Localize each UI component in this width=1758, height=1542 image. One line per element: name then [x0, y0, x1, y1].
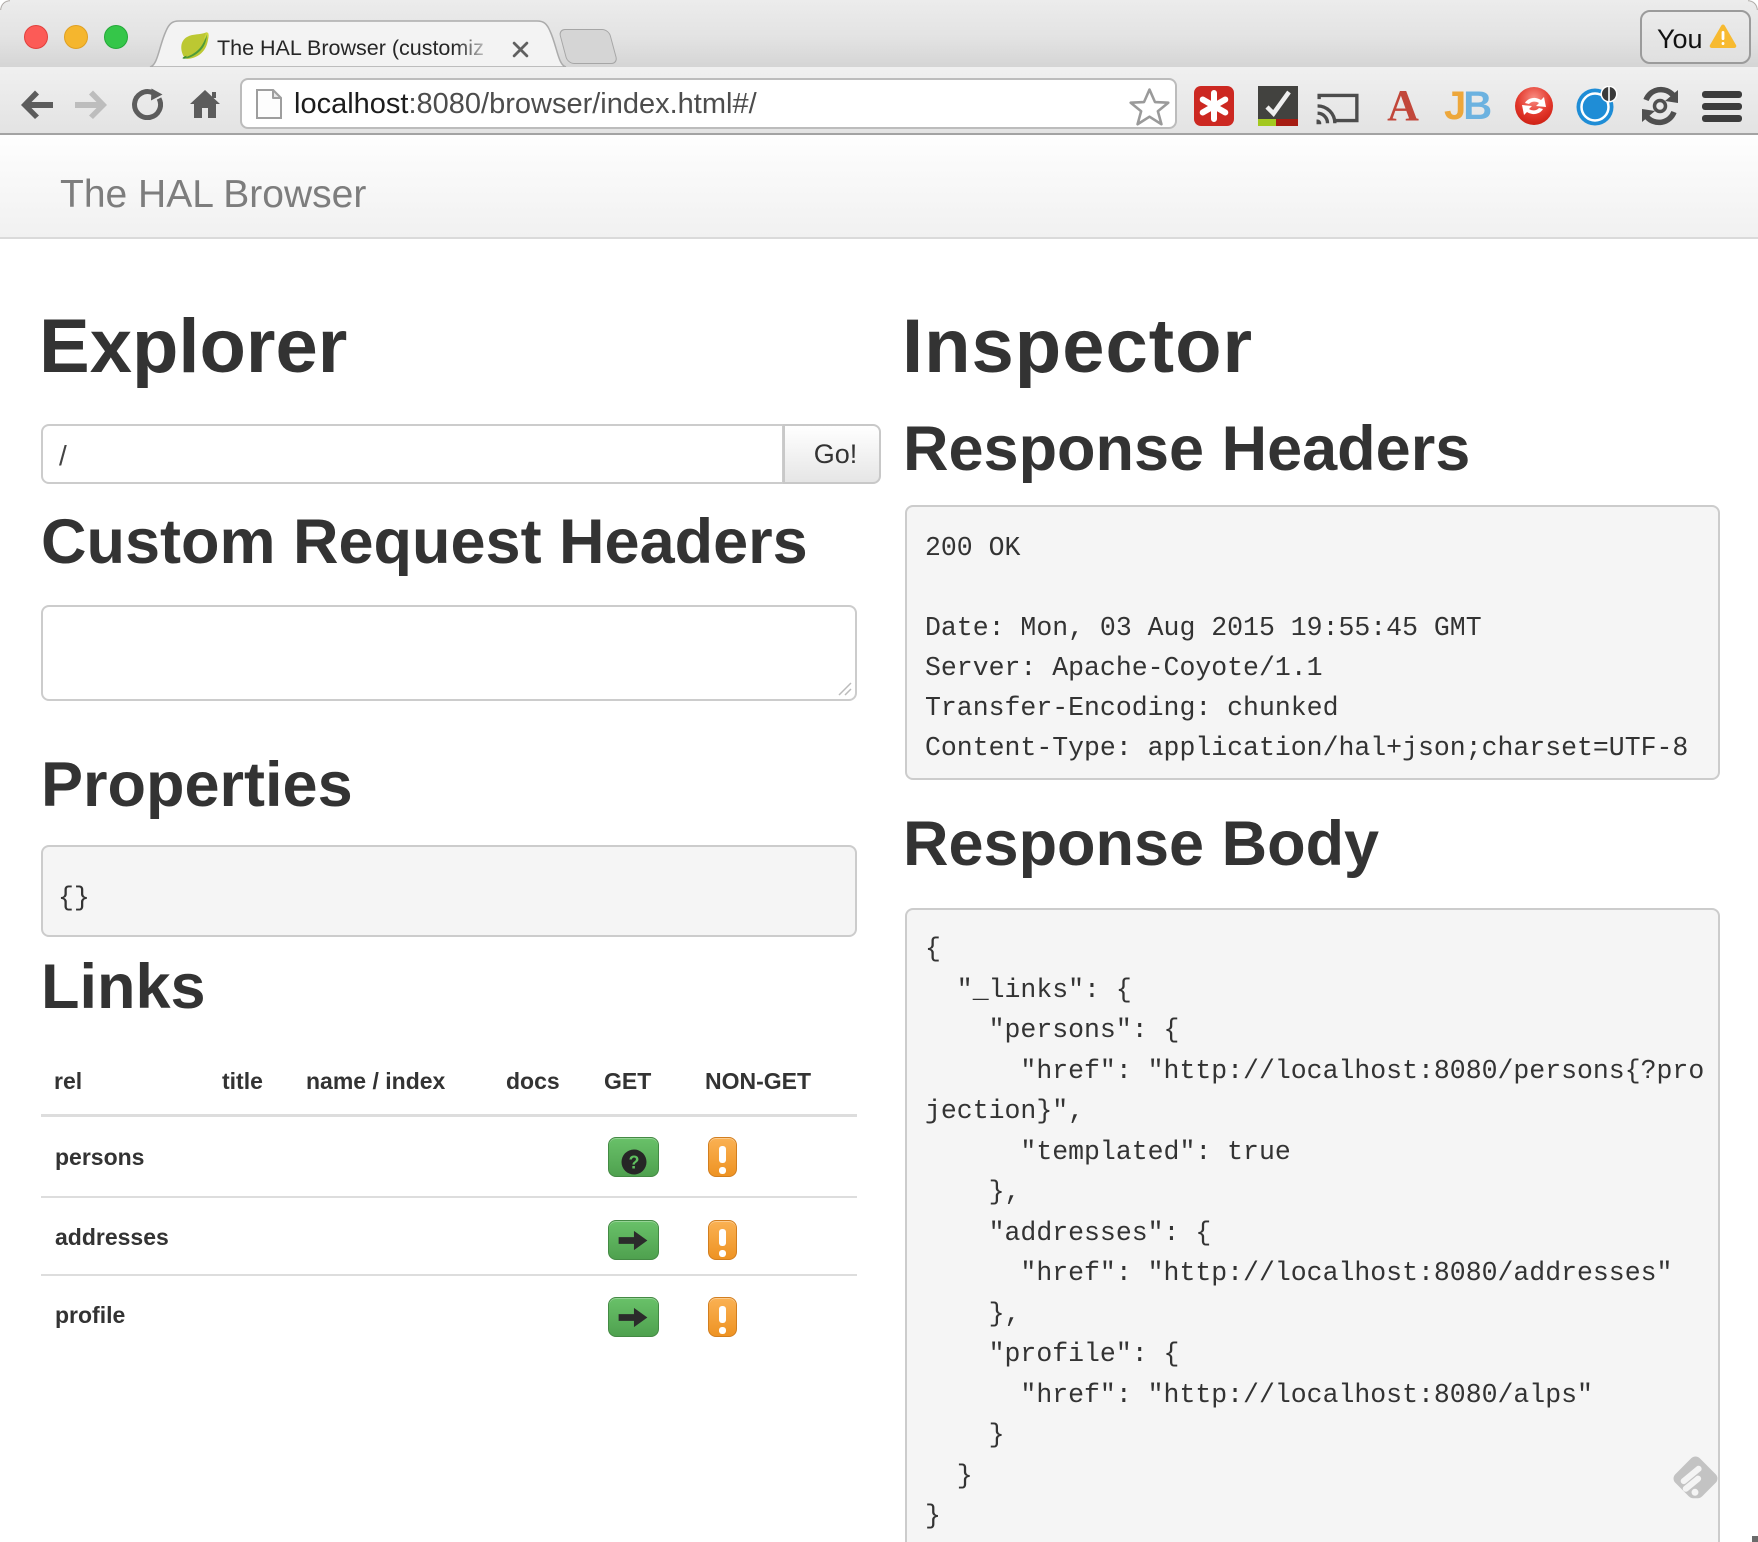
svg-text:?: ?: [629, 1153, 640, 1173]
